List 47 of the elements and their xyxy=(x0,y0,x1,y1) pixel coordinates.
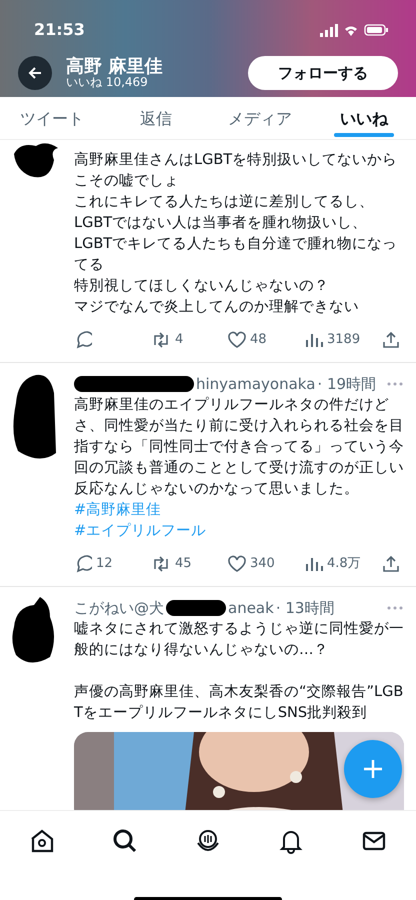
home-icon[interactable] xyxy=(28,828,55,854)
heart-icon[interactable] xyxy=(228,330,246,349)
tab[interactable]: メディア xyxy=(208,97,312,140)
tweet-text: 高野麻里佳さんはLGBTを特別扱いしてないからこその嘘でしょ xyxy=(74,150,398,191)
share-icon[interactable] xyxy=(382,330,400,349)
arrow-icon xyxy=(27,65,43,81)
tweet-text: これにキレてる人たちは逆に差別してるし、 xyxy=(74,193,375,212)
plus-icon xyxy=(362,758,384,780)
redaction-mark xyxy=(166,600,226,616)
spaces-icon[interactable] xyxy=(194,828,221,854)
search-icon[interactable] xyxy=(112,828,138,854)
status-time: 21:53 xyxy=(33,19,85,41)
signal-icon xyxy=(320,24,338,36)
action-count: 4 xyxy=(175,331,184,349)
retweet-icon[interactable] xyxy=(151,330,171,349)
tweet-text: マジでなんで炎上してんのか理解できない xyxy=(74,298,360,317)
reply-icon[interactable] xyxy=(74,554,92,573)
tweet-time: · 19時間 xyxy=(317,374,376,394)
share-icon[interactable] xyxy=(382,554,400,573)
tweet-time: · 13時間 xyxy=(276,598,334,618)
action-count: 3189 xyxy=(327,331,360,349)
likes-count: いいね 10,469 xyxy=(66,76,149,90)
action-count: 48 xyxy=(250,331,267,349)
tab[interactable]: ツイート xyxy=(0,97,104,140)
retweet-icon[interactable] xyxy=(151,554,171,573)
tweet-text: 高野麻里佳のエイプリルフールネタの件だけどさ、同性愛が当たり前に受け入れられる社会を目指すなら「同性同士で付き合ってる」っていう今回の冗談も普通のこととして受け流すのが正しい反応なんじゃないのかなって思いました。 xyxy=(74,396,404,499)
action-count: 12 xyxy=(96,555,113,573)
author-handle: aneak xyxy=(228,598,274,618)
tweet-text: 特別視してほしくないんじゃないの？ xyxy=(74,277,330,296)
tab[interactable]: いいね xyxy=(312,97,416,140)
tweet-text: LGBTではない人は当事者を腫れ物扱いし、 xyxy=(74,214,368,233)
author-handle: hinyamayonaka xyxy=(196,374,316,394)
tab[interactable]: 返信 xyxy=(104,97,208,140)
tweet-text: 嘘ネタにされて激怒するようじゃ逆に同性愛が一般的にはなり得ないんじゃないの…？ xyxy=(74,620,404,660)
action-count: 45 xyxy=(175,555,192,573)
battery-icon xyxy=(364,24,388,36)
follow-button[interactable]: フォローする xyxy=(248,56,398,90)
tweet-text: 声優の高野麻里佳、高木友梨香の“交際報告”LGBTをエープリルフールネタにしSNS批判殺到 xyxy=(74,682,404,723)
author-handle: こがねい@犬 xyxy=(74,598,164,618)
back-button[interactable] xyxy=(18,56,52,90)
profile-name: 高野 麻里佳 xyxy=(66,56,164,76)
wifi-icon xyxy=(344,24,358,36)
action-count: 4.8万 xyxy=(327,555,361,573)
action-count: 340 xyxy=(250,555,275,573)
tweet-text: LGBTでキレてる人たちも自分達で腫れ物になってる xyxy=(74,235,398,275)
heart-icon[interactable] xyxy=(228,554,246,573)
reply-icon[interactable] xyxy=(74,330,92,349)
